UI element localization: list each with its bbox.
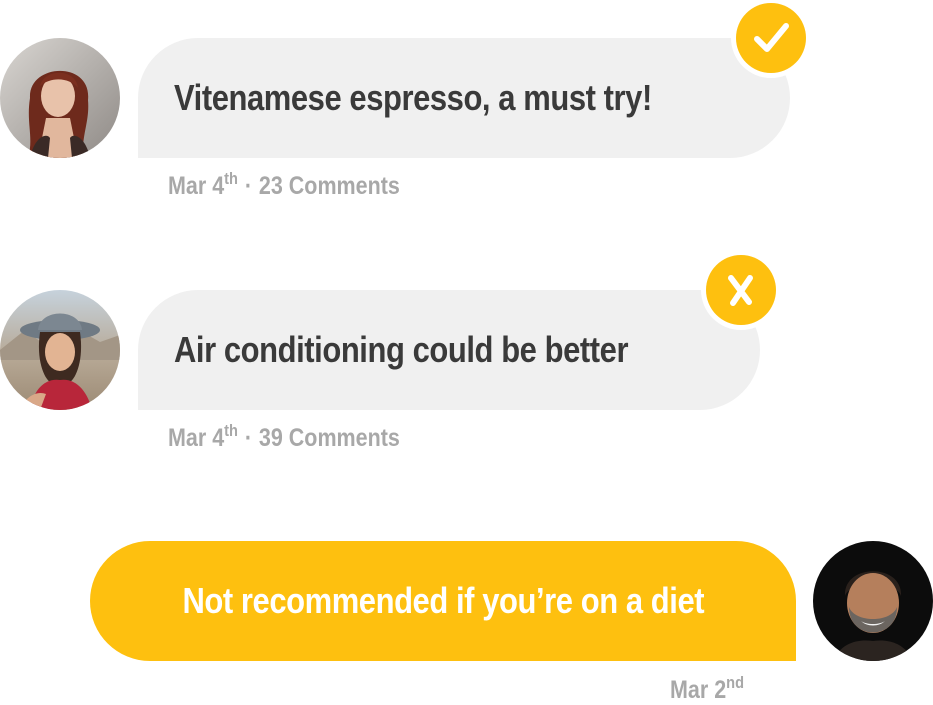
approved-badge (736, 3, 806, 73)
post-meta-1: Mar 4th · 23 Comments (168, 169, 400, 201)
x-mark-icon (728, 275, 753, 306)
post-text-1: Vitenamese espresso, a must try! (174, 77, 652, 118)
woman-red-hair-avatar (0, 38, 120, 158)
post-date-2: Mar 4 (168, 424, 225, 452)
post-meta-2: Mar 4th · 39 Comments (168, 421, 400, 453)
meta-separator-2: · (244, 424, 253, 452)
meta-separator-1: · (244, 172, 253, 200)
reply-bubble[interactable]: Not recommended if you’re on a diet (90, 541, 796, 661)
woman-hat-avatar (0, 290, 120, 410)
post-text-2: Air conditioning could be better (174, 329, 629, 370)
post-bubble-2[interactable]: Air conditioning could be better (138, 290, 760, 410)
post-date-suffix-1: th (224, 169, 238, 188)
reply-text: Not recommended if you’re on a diet (182, 580, 704, 621)
post-comments-link-2[interactable]: 39 Comments (259, 424, 400, 452)
post-date-suffix-2: th (224, 421, 238, 440)
post-bubble-1[interactable]: Vitenamese espresso, a must try! (138, 38, 790, 158)
post-date-1: Mar 4 (168, 172, 225, 200)
rejected-badge (706, 255, 776, 325)
user-avatar-1[interactable] (0, 38, 120, 158)
user-avatar-2[interactable] (0, 290, 120, 410)
bearded-man-avatar (813, 541, 933, 661)
post-comments-link-1[interactable]: 23 Comments (259, 172, 400, 200)
checkmark-icon (754, 23, 789, 52)
reply-date-suffix: nd (726, 673, 745, 692)
reply-date: Mar 2 (670, 676, 727, 704)
reply-user-avatar[interactable] (813, 541, 933, 661)
reply-meta: Mar 2nd (670, 673, 745, 705)
